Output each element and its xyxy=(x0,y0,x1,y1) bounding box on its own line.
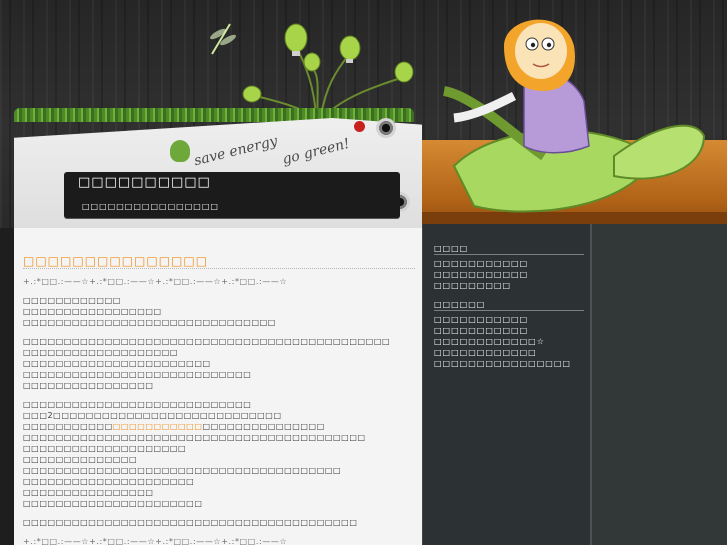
girl-on-leaf-illustration xyxy=(442,19,706,213)
post-paragraph: □□□□□□□□□□□□ □□□□□□□□□□□□□□□□□ □□□□□□□□□… xyxy=(23,296,276,327)
sidebar-widget: □□□□ □□□□□□□□□□□ □□□□□□□□□□□ □□□□□□□□□ xyxy=(423,244,584,291)
lightbulb-icon xyxy=(170,140,190,162)
header: save energy go green! □□□□□□□□□□ □□□□□□□… xyxy=(0,0,727,228)
post-deco-divider: +.:*□□.:——☆+.:*□□.:——☆+.:*□□.:——☆+.:*□□.… xyxy=(23,277,288,286)
sidebar-link[interactable]: □□□□□□□□□□□ xyxy=(434,269,584,280)
main-content: □□□□□□□□□□□□□□□ +.:*□□.:——☆+.:*□□.:——☆+.… xyxy=(14,228,422,545)
bolt-icon xyxy=(376,118,396,138)
slogan-line-2: go green! xyxy=(280,135,352,168)
post-paragraph: □□□□□□□□□□□□□□□□□□□□□□□□□□□□□□□□□□□□□□□□… xyxy=(23,518,358,527)
sidebar-link[interactable]: □□□□□□□□□□□□☆ xyxy=(434,336,584,347)
sidebar-link[interactable]: □□□□□□□□□□□ xyxy=(434,325,584,336)
dragonfly-icon xyxy=(210,23,236,55)
post-paragraph: □□□□□□□□□□□□□□□□□□□□□□□□□□□□□□□□□□□□□□□□… xyxy=(23,337,391,390)
post-title-link[interactable]: □□□□□□□□□□□□□□□ xyxy=(23,254,208,268)
widget-list: □□□□□□□□□□□ □□□□□□□□□□□ □□□□□□□□□ xyxy=(434,258,584,291)
widget-list: □□□□□□□□□□□ □□□□□□□□□□□ □□□□□□□□□□□□☆ □□… xyxy=(434,314,584,369)
lightbulb-plant-illustration xyxy=(242,23,414,116)
sidebar: □□□□ □□□□□□□□□□□ □□□□□□□□□□□ □□□□□□□□□ □… xyxy=(422,224,590,545)
post-inline-link[interactable]: □□□□□□□□□□□ xyxy=(113,422,203,431)
post-body: +.:*□□.:——☆+.:*□□.:——☆+.:*□□.:——☆+.:*□□.… xyxy=(23,276,418,545)
post-paragraph: □□□□□□□□□□□□□□□□□□□□□□□□□□□□ □□□2□□□□□□□… xyxy=(23,400,366,508)
sidebar-link[interactable]: □□□□□□□□□ xyxy=(434,280,584,291)
post-title-divider xyxy=(23,268,415,269)
secondary-sidebar xyxy=(590,224,727,545)
sidebar-widget: □□□□□□ □□□□□□□□□□□ □□□□□□□□□□□ □□□□□□□□□… xyxy=(423,300,584,369)
site-title-link[interactable]: □□□□□□□□□□ xyxy=(78,175,211,190)
title-banner: □□□□□□□□□□ □□□□□□□□□□□□□□□□ xyxy=(64,172,400,218)
post-deco-divider: +.:*□□.:——☆+.:*□□.:——☆+.:*□□.:——☆+.:*□□.… xyxy=(23,537,288,545)
sidebar-link[interactable]: □□□□□□□□□□□ xyxy=(434,314,584,325)
widget-title: □□□□□□ xyxy=(434,300,584,311)
sidebar-link[interactable]: □□□□□□□□□□□□□□□□ xyxy=(434,358,584,369)
widget-title: □□□□ xyxy=(434,244,584,255)
sidebar-link[interactable]: □□□□□□□□□□□□ xyxy=(434,347,584,358)
site-description: □□□□□□□□□□□□□□□□ xyxy=(82,202,219,211)
sidebar-link[interactable]: □□□□□□□□□□□ xyxy=(434,258,584,269)
ladybug-icon xyxy=(354,121,365,132)
